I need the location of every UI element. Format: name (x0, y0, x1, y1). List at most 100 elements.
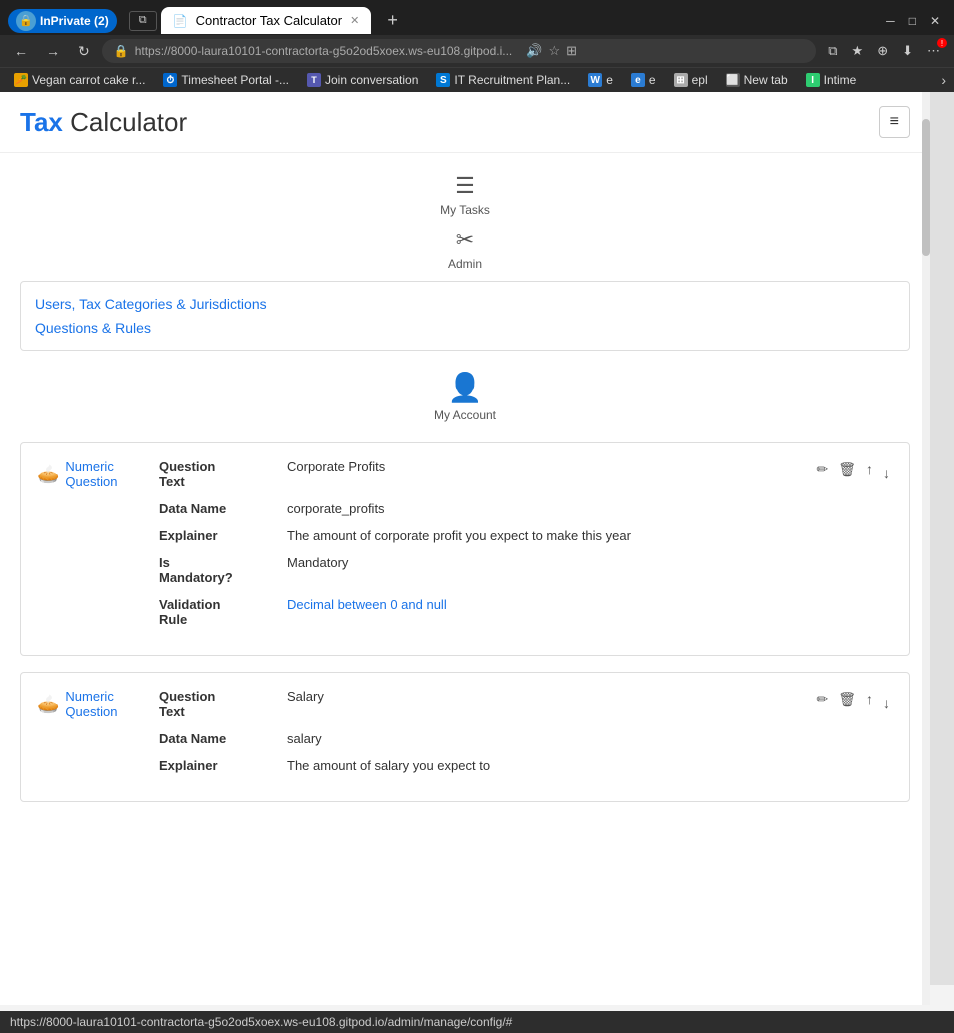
close-button[interactable]: ✕ (924, 12, 946, 30)
bookmark-edge[interactable]: e e (625, 71, 662, 89)
bookmark-sharepoint[interactable]: S IT Recruitment Plan... (430, 71, 576, 89)
new-tab-button[interactable]: + (379, 6, 406, 35)
scrollbar[interactable] (922, 92, 930, 1005)
lock-icon: 🔒 (114, 44, 129, 58)
question-text-value-2: Salary (287, 689, 324, 719)
question-text-value-1: Corporate Profits (287, 459, 385, 489)
move-down-button-1[interactable]: ↓ (880, 463, 893, 483)
window-controls: ─ □ ✕ (880, 12, 946, 30)
bookmark-newtab-label: New tab (744, 73, 788, 87)
explainer-row-1: Explainer The amount of corporate profit… (159, 528, 801, 543)
my-account-label: My Account (434, 408, 496, 422)
bookmark-teams[interactable]: T Join conversation (301, 71, 424, 89)
data-name-row-1: Data Name corporate_profits (159, 501, 801, 516)
validation-label-1: Validation Rule (159, 597, 279, 627)
admin-menu: Users, Tax Categories & Jurisdictions Qu… (20, 281, 910, 351)
move-down-button-2[interactable]: ↓ (880, 693, 893, 713)
bookmark-msapps-icon: ⊞ (674, 73, 688, 87)
bookmark-vegan[interactable]: 🥕 Vegan carrot cake r... (8, 71, 151, 89)
mandatory-value-1: Mandatory (287, 555, 348, 585)
explainer-label-1: Explainer (159, 528, 279, 543)
downloads-button[interactable]: ⬇ (896, 40, 919, 62)
move-up-button-1[interactable]: ↑ (863, 459, 876, 479)
bookmark-word[interactable]: W e (582, 71, 619, 89)
content-area: 🥧 Numeric Question Question Text Corpora… (0, 442, 930, 838)
bookmark-intime-icon: I (806, 73, 820, 87)
bookmark-sharepoint-icon: S (436, 73, 450, 87)
question-text-label-2: Question Text (159, 689, 279, 719)
browser-action-buttons: ⧉ ★ ⊕ ⬇ ⋯ ! (822, 40, 946, 62)
bookmarks-more-button[interactable]: › (941, 72, 946, 88)
validation-value-1: Decimal between 0 and null (287, 597, 447, 627)
forward-button[interactable]: → (40, 41, 66, 61)
tab-manager-icon[interactable]: ⧉ (129, 11, 157, 31)
collections-button[interactable]: ⊕ (871, 40, 894, 62)
bookmark-timesheet-icon: ⏱ (163, 73, 177, 87)
my-tasks-nav-item[interactable]: ☰ My Tasks (440, 173, 490, 217)
question-text-row-2: Question Text Salary (159, 689, 801, 719)
numeric-pie-icon-1: 🥧 (37, 464, 59, 485)
minimize-button[interactable]: ─ (880, 12, 901, 30)
collections-icon[interactable]: ⊞ (566, 43, 577, 59)
explainer-value-1: The amount of corporate profit you expec… (287, 528, 631, 543)
bookmarks-bar: 🥕 Vegan carrot cake r... ⏱ Timesheet Por… (0, 67, 954, 92)
explainer-label-2: Explainer (159, 758, 279, 773)
url-text: https://8000-laura10101-contractorta-g5o… (135, 44, 513, 58)
tasks-label: My Tasks (440, 203, 490, 217)
refresh-button[interactable]: ↻ (72, 41, 96, 62)
question-card-1: 🥧 Numeric Question Question Text Corpora… (20, 442, 910, 656)
question-text-row-1: Question Text Corporate Profits (159, 459, 801, 489)
title-rest: Calculator (63, 107, 187, 137)
active-tab[interactable]: 📄 Contractor Tax Calculator ✕ (161, 7, 372, 34)
read-aloud-icon[interactable]: 🔊 (526, 43, 542, 59)
edit-button-1[interactable]: ✏ (813, 459, 831, 480)
numeric-pie-icon-2: 🥧 (37, 694, 59, 715)
bookmark-newtab[interactable]: ⬜ New tab (720, 71, 794, 89)
explainer-row-2: Explainer The amount of salary you expec… (159, 758, 801, 773)
admin-icon: ✂ (456, 227, 474, 253)
hamburger-menu-button[interactable]: ≡ (879, 106, 910, 138)
mandatory-row-1: Is Mandatory? Mandatory (159, 555, 801, 585)
title-bar: 🔒 InPrivate (2) ⧉ 📄 Contractor Tax Calcu… (0, 0, 954, 35)
favorites-icon[interactable]: ☆ (548, 43, 560, 59)
question-text-label-1: Question Text (159, 459, 279, 489)
browser-chrome: 🔒 InPrivate (2) ⧉ 📄 Contractor Tax Calcu… (0, 0, 954, 92)
title-tax: Tax (20, 107, 63, 137)
scrollbar-thumb[interactable] (922, 119, 930, 256)
address-bar[interactable]: 🔒 https://8000-laura10101-contractorta-g… (102, 39, 817, 63)
my-account-section[interactable]: 👤 My Account (0, 361, 930, 442)
address-bar-row: ← → ↻ 🔒 https://8000-laura10101-contract… (0, 35, 954, 67)
page-content: Tax Calculator ≡ ☰ My Tasks ✂ Admin User… (0, 92, 930, 1005)
maximize-button[interactable]: □ (903, 12, 922, 30)
edit-button-2[interactable]: ✏ (813, 689, 831, 710)
bookmark-ms-apps[interactable]: ⊞ epl (668, 71, 714, 89)
question-type-1: 🥧 Numeric Question (37, 459, 147, 489)
admin-questions-item[interactable]: Questions & Rules (35, 316, 895, 340)
admin-users-item[interactable]: Users, Tax Categories & Jurisdictions (35, 292, 895, 316)
tab-title-text: Contractor Tax Calculator (196, 13, 342, 28)
delete-button-1[interactable]: 🗑 (835, 459, 859, 480)
browser-extras-button[interactable]: ⋯ ! (921, 40, 946, 62)
inprivate-label: InPrivate (2) (40, 14, 109, 28)
question-actions-1: ✏ 🗑 ↑ ↓ (813, 459, 893, 483)
inprivate-avatar: 🔒 (16, 11, 36, 31)
split-screen-button[interactable]: ⧉ (822, 40, 843, 62)
question-card-2: 🥧 Numeric Question Question Text Salary … (20, 672, 910, 802)
app-header: Tax Calculator ≡ (0, 92, 930, 153)
delete-button-2[interactable]: 🗑 (835, 689, 859, 710)
admin-nav-item[interactable]: ✂ Admin (448, 227, 482, 271)
bookmark-timesheet[interactable]: ⏱ Timesheet Portal -... (157, 71, 295, 89)
favorites-bar-button[interactable]: ★ (846, 40, 870, 62)
move-up-button-2[interactable]: ↑ (863, 689, 876, 709)
question-fields-2: Question Text Salary Data Name salary Ex… (159, 689, 801, 785)
validation-row-1: Validation Rule Decimal between 0 and nu… (159, 597, 801, 627)
back-button[interactable]: ← (8, 41, 34, 61)
bookmark-intime[interactable]: I Intime (800, 71, 863, 89)
question-type-label-1: Numeric Question (65, 459, 117, 489)
data-name-value-2: salary (287, 731, 322, 746)
bookmark-word-label: e (606, 73, 613, 87)
tab-close-btn[interactable]: ✕ (350, 14, 359, 27)
data-name-row-2: Data Name salary (159, 731, 801, 746)
data-name-value-1: corporate_profits (287, 501, 385, 516)
address-bar-icons: 🔊 ☆ ⊞ (526, 43, 577, 59)
